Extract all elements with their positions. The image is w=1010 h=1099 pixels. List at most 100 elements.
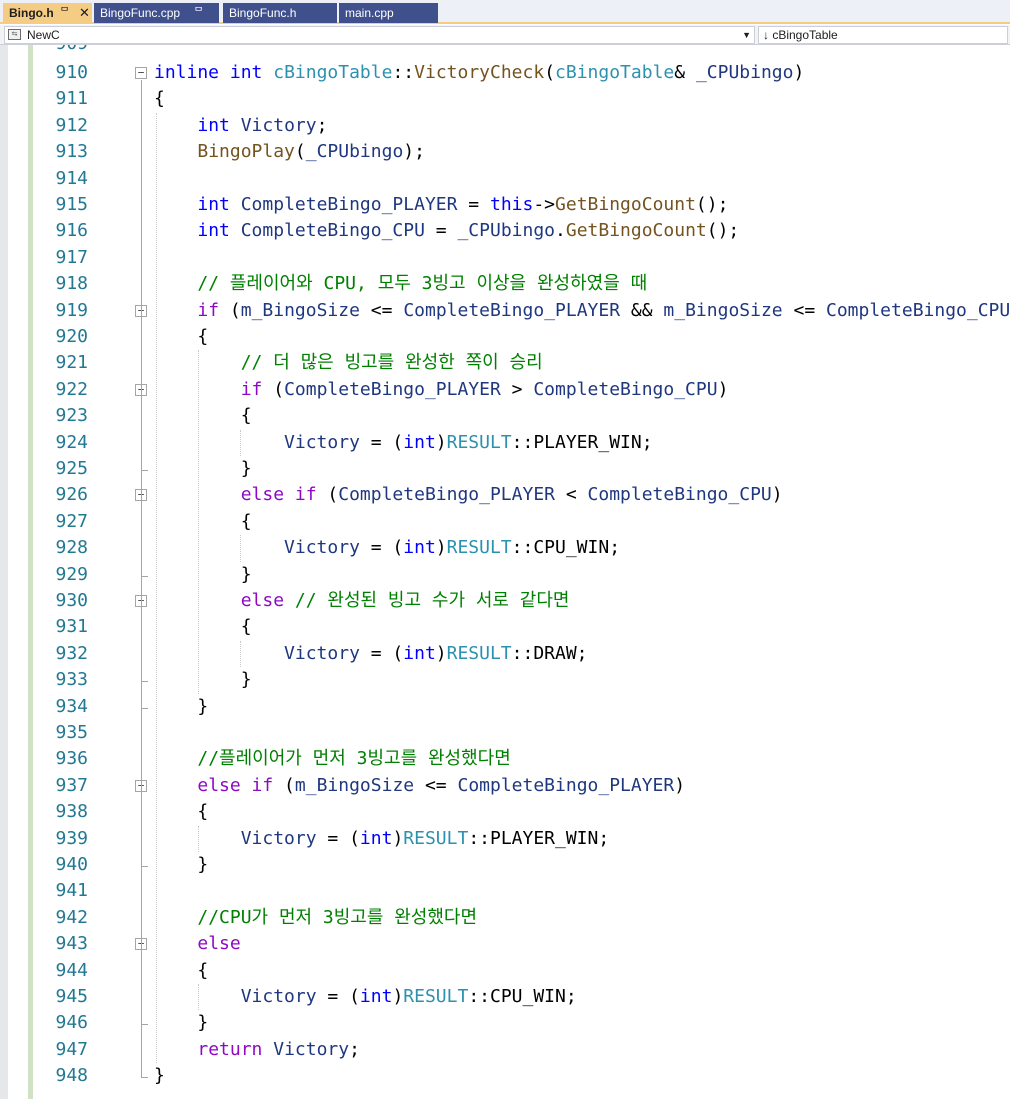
comment: //플레이어가 먼저 3빙고를 완성했다면	[197, 748, 511, 770]
code-text: ;	[349, 1038, 360, 1060]
identifier: _CPUbingo	[695, 62, 794, 83]
keyword: int	[197, 114, 230, 136]
comment: //CPU가 먼저 3빙고를 완성했다면	[197, 906, 478, 928]
indent-guide	[240, 640, 241, 668]
code-text: ;	[316, 114, 328, 136]
code-text: = (	[359, 642, 404, 664]
code-line[interactable]: 935	[0, 720, 1010, 746]
code-text: }	[154, 1063, 165, 1089]
code-line[interactable]: 917	[0, 245, 1010, 271]
identifier: CompleteBingo_PLAYER	[240, 194, 458, 215]
control-keyword: else if	[240, 484, 317, 506]
code-line[interactable]: 926− else if (CompleteBingo_PLAYER < Com…	[0, 482, 1010, 508]
keyword: int	[403, 431, 436, 453]
code-text: (	[262, 378, 285, 400]
code-text: int Victory;	[154, 113, 327, 139]
outline-end-tick	[141, 707, 148, 709]
code-line[interactable]: 930− else // 완성된 빙고 수가 서로 같다면	[0, 588, 1010, 614]
identifier: Victory	[240, 114, 317, 136]
tab-bingofunc-h[interactable]: BingoFunc.h	[223, 3, 337, 23]
code-text: {	[154, 86, 165, 112]
code-text: int CompleteBingo_PLAYER = this->GetBing…	[154, 192, 728, 218]
code-text: ::DRAW;	[511, 642, 588, 664]
line-number: 937	[55, 774, 88, 796]
code-line[interactable]: 934 }	[0, 694, 1010, 720]
code-text: Victory = (int)RESULT::PLAYER_WIN;	[154, 826, 610, 852]
code-line[interactable]: 940 }	[0, 852, 1010, 878]
line-number: 948	[55, 1065, 88, 1087]
code-line[interactable]: 920 {	[0, 324, 1010, 350]
code-line[interactable]: 916 int CompleteBingo_CPU = _CPUbingo.Ge…	[0, 218, 1010, 244]
code-line[interactable]: 912 int Victory;	[0, 113, 1010, 139]
code-text: else	[154, 931, 240, 957]
chevron-down-icon[interactable]: ▼	[742, 27, 751, 43]
code-line[interactable]: 929 }	[0, 562, 1010, 588]
collapse-icon[interactable]: −	[135, 67, 147, 79]
tab-bingo-h[interactable]: Bingo.h ᄆ ✕	[3, 3, 92, 23]
code-line[interactable]: 942 //CPU가 먼저 3빙고를 완성했다면	[0, 905, 1010, 931]
code-text: (	[294, 141, 306, 163]
code-line[interactable]: 927 {	[0, 509, 1010, 535]
code-line[interactable]: 911 {	[0, 86, 1010, 112]
code-editor[interactable]: 909 910−inline int cBingoTable::VictoryC…	[0, 45, 1010, 1099]
code-line[interactable]: 937− else if (m_BingoSize <= CompleteBin…	[0, 773, 1010, 799]
close-icon[interactable]: ✕	[79, 3, 90, 23]
class-icon: ⇆	[8, 29, 21, 40]
identifier: CompleteBingo_PLAYER	[284, 378, 501, 400]
code-line[interactable]: 924 Victory = (int)RESULT::PLAYER_WIN;	[0, 430, 1010, 456]
identifier: Victory	[273, 1038, 350, 1060]
code-line[interactable]: 938 {	[0, 799, 1010, 825]
line-number: 927	[55, 510, 88, 532]
tab-main-cpp[interactable]: main.cpp	[339, 3, 438, 23]
code-line[interactable]: 914	[0, 166, 1010, 192]
code-line[interactable]: 932 Victory = (int)RESULT::DRAW;	[0, 641, 1010, 667]
code-line[interactable]: 939 Victory = (int)RESULT::PLAYER_WIN;	[0, 826, 1010, 852]
line-number: 936	[55, 748, 88, 770]
code-line[interactable]: 948}	[0, 1063, 1010, 1089]
code-line[interactable]: 941	[0, 878, 1010, 904]
code-text: }	[154, 667, 252, 693]
code-line[interactable]: 933 }	[0, 667, 1010, 693]
scope-dropdown[interactable]: ⇆ NewC ▼	[4, 26, 755, 44]
line-number: 915	[55, 194, 88, 215]
code-text: )	[674, 774, 686, 796]
keyword: int	[403, 537, 436, 559]
code-line[interactable]: 928 Victory = (int)RESULT::CPU_WIN;	[0, 535, 1010, 561]
pin-icon[interactable]: ᄆ	[60, 3, 69, 23]
code-text: }	[154, 694, 208, 720]
code-line[interactable]: 947 return Victory;	[0, 1037, 1010, 1063]
identifier: CompleteBingo_PLAYER	[338, 484, 555, 506]
code-line[interactable]: 925 }	[0, 456, 1010, 482]
code-text: )	[435, 537, 447, 559]
code-text: }	[154, 562, 252, 588]
code-text: BingoPlay(_CPUbingo);	[154, 139, 425, 165]
code-text: Victory = (int)RESULT::DRAW;	[154, 641, 588, 667]
code-line[interactable]: 943− else	[0, 931, 1010, 957]
pin-icon[interactable]: ᄆ	[194, 3, 203, 23]
function-name: GetBingoCount	[555, 194, 696, 215]
code-line[interactable]: 945 Victory = (int)RESULT::CPU_WIN;	[0, 984, 1010, 1010]
code-line[interactable]: 915 int CompleteBingo_PLAYER = this->Get…	[0, 192, 1010, 218]
code-line[interactable]: 913 BingoPlay(_CPUbingo);	[0, 139, 1010, 165]
code-line[interactable]: 918 // 플레이어와 CPU, 모두 3빙고 이상을 완성하였을 때	[0, 271, 1010, 297]
code-line[interactable]: 910 − inline int cBingoTable::VictoryCheck…	[0, 60, 1010, 86]
code-line[interactable]: 946 }	[0, 1010, 1010, 1036]
code-line[interactable]: 921 // 더 많은 빙고를 완성한 쪽이 승리	[0, 350, 1010, 376]
indent-guide	[240, 429, 241, 456]
tab-bingofunc-cpp[interactable]: BingoFunc.cpp ᄆ	[94, 3, 219, 23]
code-text: {	[154, 324, 208, 350]
comment: // 더 많은 빙고를 완성한 쪽이 승리	[240, 352, 543, 374]
code-line[interactable]: 922− if (CompleteBingo_PLAYER > Complete…	[0, 377, 1010, 403]
code-line[interactable]: 919− if (m_BingoSize <= CompleteBingo_PL…	[0, 298, 1010, 324]
code-line[interactable]: 936 //플레이어가 먼저 3빙고를 완성했다면	[0, 746, 1010, 772]
code-text: =	[424, 220, 458, 242]
code-text: );	[403, 141, 425, 163]
code-line[interactable]: 944 {	[0, 958, 1010, 984]
code-line[interactable]: 923 {	[0, 403, 1010, 429]
code-line[interactable]: 931 {	[0, 614, 1010, 640]
member-dropdown[interactable]: ↓ cBingoTable	[758, 26, 1008, 44]
